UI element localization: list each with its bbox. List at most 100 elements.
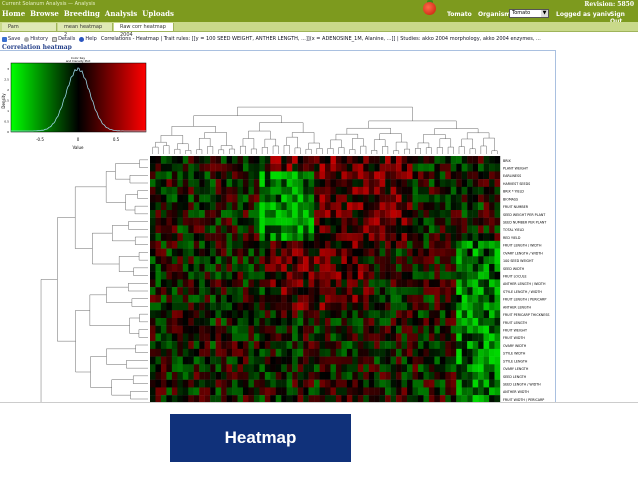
- heatmap-cell: [363, 325, 369, 334]
- heatmap-cell: [472, 294, 479, 303]
- menu-item-analysis[interactable]: Analysis: [105, 9, 137, 18]
- heatmap-cell: [450, 194, 457, 203]
- heatmap-cell: [330, 186, 337, 195]
- heatmap-cell: [160, 210, 167, 218]
- heatmap-cell: [303, 372, 309, 380]
- heatmap-cell: [215, 387, 222, 396]
- heatmap-cell: [363, 186, 369, 195]
- heatmap-cell: [335, 379, 342, 388]
- heatmap-cell: [270, 372, 276, 380]
- heatmap-cell: [407, 333, 413, 342]
- heatmap-cell: [456, 387, 462, 396]
- help-button[interactable]: Help: [79, 36, 97, 42]
- menu-item-home[interactable]: Home: [2, 9, 25, 18]
- heatmap-cell: [434, 217, 441, 226]
- heatmap-cell: [390, 233, 397, 242]
- heatmap-cell: [270, 379, 276, 388]
- tab-raw-corr-heatmap[interactable]: Raw corr heatmap 2004: [114, 23, 174, 38]
- heatmap-cell: [423, 256, 430, 265]
- heatmap-cell: [193, 240, 200, 249]
- tab-mean-heatmap[interactable]: mean heatmap 2: [58, 23, 113, 38]
- heatmap-cell: [467, 210, 473, 218]
- heatmap-cell: [210, 302, 216, 311]
- heatmap-cell: [286, 163, 293, 172]
- heatmap-cell: [221, 240, 227, 249]
- heatmap-cell: [259, 387, 266, 396]
- heatmap-cell: [396, 217, 402, 226]
- heatmap-cell: [259, 364, 266, 373]
- heatmap-cell: [461, 256, 468, 265]
- heatmap-cell: [450, 156, 457, 164]
- chevron-down-icon[interactable]: ▼: [541, 10, 548, 17]
- heatmap-cell: [363, 341, 369, 350]
- heatmap-cell: [456, 372, 462, 380]
- heatmap-cell: [335, 163, 342, 172]
- heatmap-cell: [281, 310, 287, 319]
- heatmap-cell: [396, 287, 402, 296]
- heatmap-cell: [253, 264, 260, 272]
- dendrogram-branch: [163, 145, 170, 154]
- heatmap-cell: [346, 264, 353, 272]
- menu-item-uploads[interactable]: Uploads: [142, 9, 174, 18]
- menu-item-breeding[interactable]: Breeding: [64, 9, 100, 18]
- dendrogram-branch: [92, 232, 120, 265]
- tab-pam[interactable]: Pam: [2, 23, 57, 31]
- heatmap-cell: [407, 348, 413, 357]
- heatmap-cell: [374, 202, 380, 211]
- heatmap-cell: [188, 356, 194, 365]
- heatmap-cell: [166, 372, 173, 380]
- heatmap-cell: [439, 356, 446, 365]
- heatmap-cell: [199, 379, 205, 388]
- heatmap-cell: [461, 210, 468, 218]
- heatmap-cell: [325, 356, 331, 365]
- heatmap-cell: [428, 287, 435, 296]
- heatmap-cell: [308, 225, 315, 234]
- heatmap-cell: [232, 264, 238, 272]
- menu-item-browse[interactable]: Browse: [30, 9, 59, 18]
- heatmap-cell: [199, 240, 205, 249]
- heatmap-cell: [379, 372, 386, 380]
- heatmap-cell: [489, 348, 495, 357]
- heatmap-cell: [357, 356, 364, 365]
- heatmap-cell: [242, 202, 249, 211]
- heatmap-cell: [428, 271, 435, 280]
- heatmap-cell: [281, 333, 287, 342]
- dendrogram-branch: [139, 313, 148, 323]
- dendrogram-branch: [57, 217, 76, 342]
- heatmap-cell: [248, 240, 255, 249]
- heatmap-cell: [275, 233, 282, 242]
- heatmap-cell: [330, 171, 337, 180]
- heatmap-cell: [292, 271, 298, 280]
- heatmap-cell: [428, 156, 435, 164]
- heatmap-cell: [150, 364, 156, 373]
- heatmap-label-button[interactable]: Heatmap: [170, 414, 351, 462]
- heatmap-cell: [232, 318, 238, 326]
- heatmap-cell: [166, 271, 173, 280]
- heatmap-cell: [210, 318, 216, 326]
- heatmap-cell: [281, 225, 287, 234]
- save-button[interactable]: Save: [2, 36, 20, 42]
- organism-select[interactable]: Tomato ▼: [509, 9, 549, 18]
- heatmap-cell: [177, 325, 184, 334]
- top-navigation-bar: Current Solanum Analysis — Analysis Home…: [0, 0, 638, 25]
- heatmap-cell: [483, 310, 490, 319]
- heatmap-cell: [461, 310, 468, 319]
- heatmap-cell: [193, 210, 200, 218]
- heatmap-cell: [210, 248, 216, 257]
- heatmap-cell: [489, 310, 495, 319]
- heatmap-cell: [396, 387, 402, 396]
- heatmap-cell: [166, 356, 173, 365]
- heatmap-cell: [467, 356, 473, 365]
- heatmap-cell: [456, 379, 462, 388]
- heatmap-cell: [259, 356, 266, 365]
- history-button[interactable]: History: [24, 36, 48, 42]
- heatmap-cell: [259, 156, 266, 164]
- heatmap-cell: [379, 325, 386, 334]
- details-button[interactable]: Details: [52, 36, 75, 42]
- heatmap-cell: [325, 348, 331, 357]
- heatmap-cell: [204, 202, 211, 211]
- heatmap-cell: [160, 310, 167, 319]
- heatmap-cell: [292, 364, 298, 373]
- density-xtick: 0.5: [113, 137, 120, 142]
- heatmap-cell: [363, 248, 369, 257]
